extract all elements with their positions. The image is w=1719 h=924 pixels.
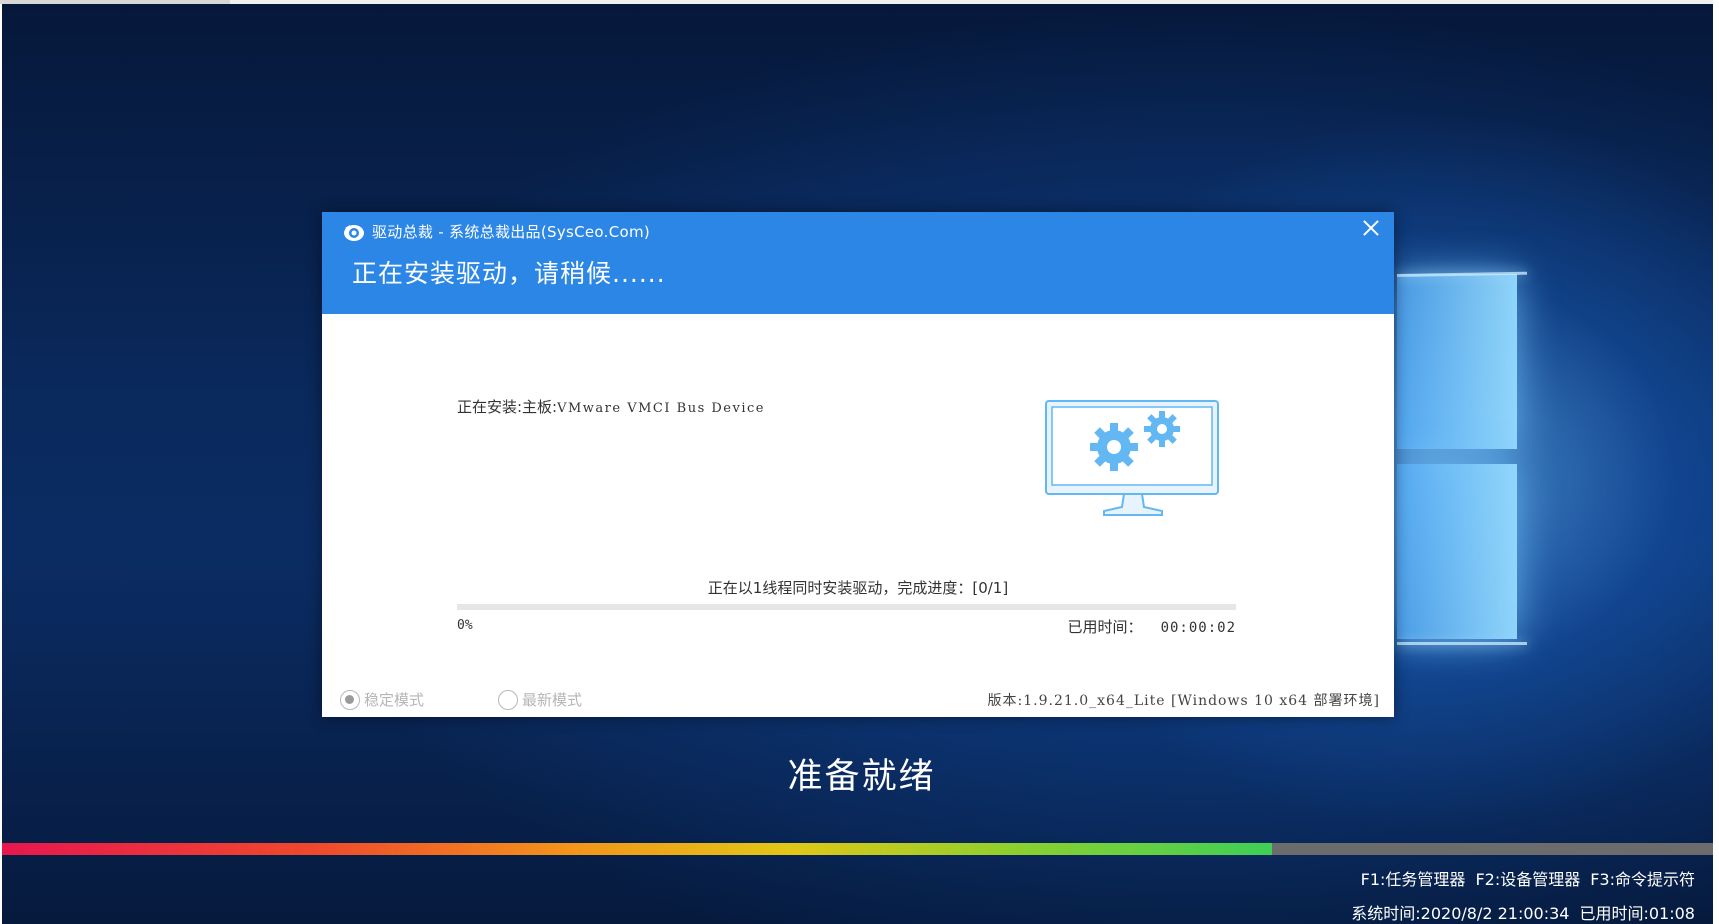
installing-text: 正在安装:主板:VMware VMCI Bus Device [457,396,765,417]
boot-progress-remaining [1272,843,1713,855]
ready-text: 准备就绪 [787,757,936,797]
light-beam [1397,642,1527,645]
elapsed-time: 已用时间： 00:00:02 [1068,616,1236,637]
elapsed-label: 已用时间： [1067,618,1143,636]
status-line: 系统时间:2020/8/2 21:00:34 已用时间:01:08 [1341,900,1695,924]
version-text: 版本:1.9.21.0_x64_Lite [Windows 10 x64 部署环… [987,693,1380,709]
system-time: 系统时间:2020/8/2 21:00:34 [1351,904,1570,923]
progress-status: 正在以1线程同时安装驱动，完成进度：[0/1] [707,579,1009,597]
close-icon[interactable] [1358,216,1384,242]
windows-logo [1397,274,1527,644]
right-edge [1713,0,1719,924]
hotkey-bar: F1:任务管理器 F2:设备管理器 F3:命令提示符 [1351,866,1695,890]
hotkey-task-manager[interactable]: F1:任务管理器 [1361,870,1466,889]
monitor-gears-icon [1045,400,1219,516]
elapsed-value: 00:00:02 [1160,620,1236,636]
top-strip [0,0,1719,4]
total-elapsed-time: 已用时间:01:08 [1579,904,1695,923]
taskbar-tab [0,0,230,4]
hotkey-device-manager[interactable]: F2:设备管理器 [1475,870,1580,889]
mode-stable-label: 稳定模式 [364,691,425,709]
radio-checked-icon [340,689,360,710]
installing-device: VMware VMCI Bus Device [557,401,765,416]
boot-progress-bar [2,843,1272,855]
driver-install-dialog: 驱动总裁 - 系统总裁出品(SysCeo.Com) 正在安装驱动，请稍候....… [322,212,1394,717]
app-logo-icon [344,225,364,241]
mode-latest-radio[interactable]: 最新模式 [498,689,582,710]
hotkey-command-prompt[interactable]: F3:命令提示符 [1590,870,1695,889]
progress-percent: 0% [457,618,473,633]
dialog-heading: 正在安装驱动，请稍候...... [352,259,666,288]
installing-label: 正在安装:主板: [457,398,558,416]
mode-latest-label: 最新模式 [522,691,583,709]
dialog-title: 驱动总裁 - 系统总裁出品(SysCeo.Com) [372,223,651,241]
dialog-header: 驱动总裁 - 系统总裁出品(SysCeo.Com) 正在安装驱动，请稍候....… [322,212,1394,314]
mode-stable-radio[interactable]: 稳定模式 [340,689,424,710]
radio-unchecked-icon [498,689,518,710]
install-progress-bar [457,604,1236,610]
